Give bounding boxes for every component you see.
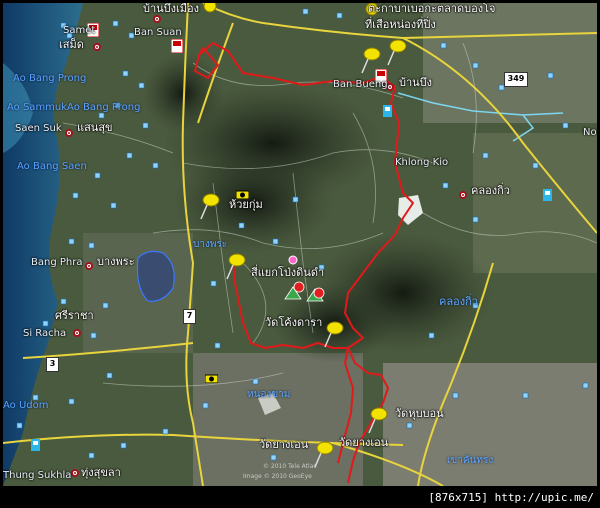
label-siracha-en: Si Racha bbox=[23, 328, 67, 339]
label-thung-en: Thung Sukhla bbox=[3, 470, 72, 481]
label-wat-yangen-1: วัดยางเอน bbox=[259, 438, 309, 451]
label-bangphra-small: บางพระ bbox=[193, 239, 228, 250]
place-dot-thungsukhla[interactable] bbox=[71, 469, 79, 477]
satellite-map[interactable]: 349 7 3 Samet เสม็ด บ้านบึงเมือง Ban Sua… bbox=[3, 3, 597, 486]
label-khlongkio-th: คลองกิ่ว bbox=[471, 184, 510, 197]
label-aoudom: Ao Udom bbox=[3, 400, 49, 411]
label-samet-en: Samet bbox=[63, 25, 96, 36]
place-dot-bansuan[interactable] bbox=[153, 15, 161, 23]
place-dot-saensuk[interactable] bbox=[65, 129, 73, 137]
highway-shield-7: 7 bbox=[183, 309, 196, 324]
label-thung-th: ทุ่งสุขลา bbox=[81, 466, 121, 479]
label-wat-nubon: วัดหุบบอน bbox=[395, 407, 444, 420]
place-dot-khlongkio[interactable] bbox=[459, 191, 467, 199]
route-marker-icon[interactable] bbox=[281, 279, 327, 305]
label-bansuan-en: Ban Suan bbox=[134, 27, 182, 38]
imagery-credit-line1: © 2010 Tele Atlas bbox=[263, 463, 317, 470]
highway-shield-3: 3 bbox=[46, 357, 59, 372]
label-wat-kheng: วัดโค้งดารา bbox=[265, 316, 323, 329]
video-icon[interactable] bbox=[171, 39, 183, 53]
fuel-station-icon[interactable] bbox=[383, 105, 392, 117]
label-banbueng-en: Ban Bueng bbox=[333, 79, 388, 90]
label-huaikum-th: ห้วยกุ่ม bbox=[229, 198, 263, 211]
label-banbueng-th: บ้านบึง bbox=[399, 76, 433, 89]
label-khlongkio-en: Khlong Kio bbox=[395, 157, 449, 168]
pushpin-icon[interactable] bbox=[225, 251, 249, 281]
label-khaokanthong: เขาคันทรง bbox=[447, 455, 494, 466]
image-frame: 349 7 3 Samet เสม็ด บ้านบึงเมือง Ban Sua… bbox=[0, 0, 600, 508]
label-samet-th: เสม็ด bbox=[59, 38, 84, 51]
place-dot-samet[interactable] bbox=[93, 43, 101, 51]
fuel-station-icon[interactable] bbox=[543, 189, 552, 201]
label-sayaek-th: สี่แยกโป่งดินดำ bbox=[251, 266, 325, 279]
pushpin-icon[interactable] bbox=[386, 37, 410, 67]
label-sriracha-th: ศรีราชา bbox=[55, 309, 94, 322]
label-saensuk-th: แสนสุข bbox=[77, 121, 113, 134]
place-dot-bangphra[interactable] bbox=[85, 262, 93, 270]
footer-url: [876x715] http://upic.me/ bbox=[428, 491, 594, 504]
label-top-right-th: ตะกาบาเบอกะตลาดบองโจ bbox=[368, 3, 496, 15]
pushpin-icon[interactable] bbox=[367, 405, 391, 435]
pushpin-icon[interactable] bbox=[199, 191, 223, 221]
pushpin-icon[interactable] bbox=[313, 439, 337, 469]
label-bangphra-th: บางพระ bbox=[97, 255, 135, 268]
label-nongkham: หนองขาม bbox=[247, 389, 291, 400]
pushpin-icon[interactable] bbox=[323, 319, 347, 349]
label-bansuan-th: บ้านบึงเมือง bbox=[143, 3, 200, 15]
pushpin-icon[interactable] bbox=[199, 3, 221, 17]
label-no-edge: No bbox=[583, 127, 597, 138]
camera-icon[interactable] bbox=[205, 373, 218, 383]
fuel-station-icon[interactable] bbox=[31, 439, 40, 451]
highway-shield-349: 349 bbox=[504, 72, 528, 87]
footer-bar: [876x715] http://upic.me/ bbox=[0, 488, 600, 508]
imagery-credit-line2: Image © 2010 GeoEye bbox=[243, 473, 312, 480]
label-sua-th: ที่เสือหน่องที่ปิ่ง bbox=[365, 18, 436, 31]
label-bangphra-en: Bang Phra bbox=[31, 257, 83, 268]
label-aobangprong: Ao Bang Prong bbox=[13, 73, 87, 84]
place-dot-sriracha[interactable] bbox=[73, 329, 81, 337]
label-wat-yangen-2: วัดยางเอน bbox=[339, 436, 389, 449]
label-aobangsaen: Ao Bang Saen bbox=[17, 161, 87, 172]
pink-marker-icon[interactable] bbox=[288, 255, 298, 265]
label-khlongkio-blue: คลองกิ่ว bbox=[439, 295, 478, 308]
label-aosammuk: Ao SammukAo Bang Prong bbox=[7, 102, 141, 113]
label-saensuk-en: Saen Suk bbox=[15, 123, 62, 134]
